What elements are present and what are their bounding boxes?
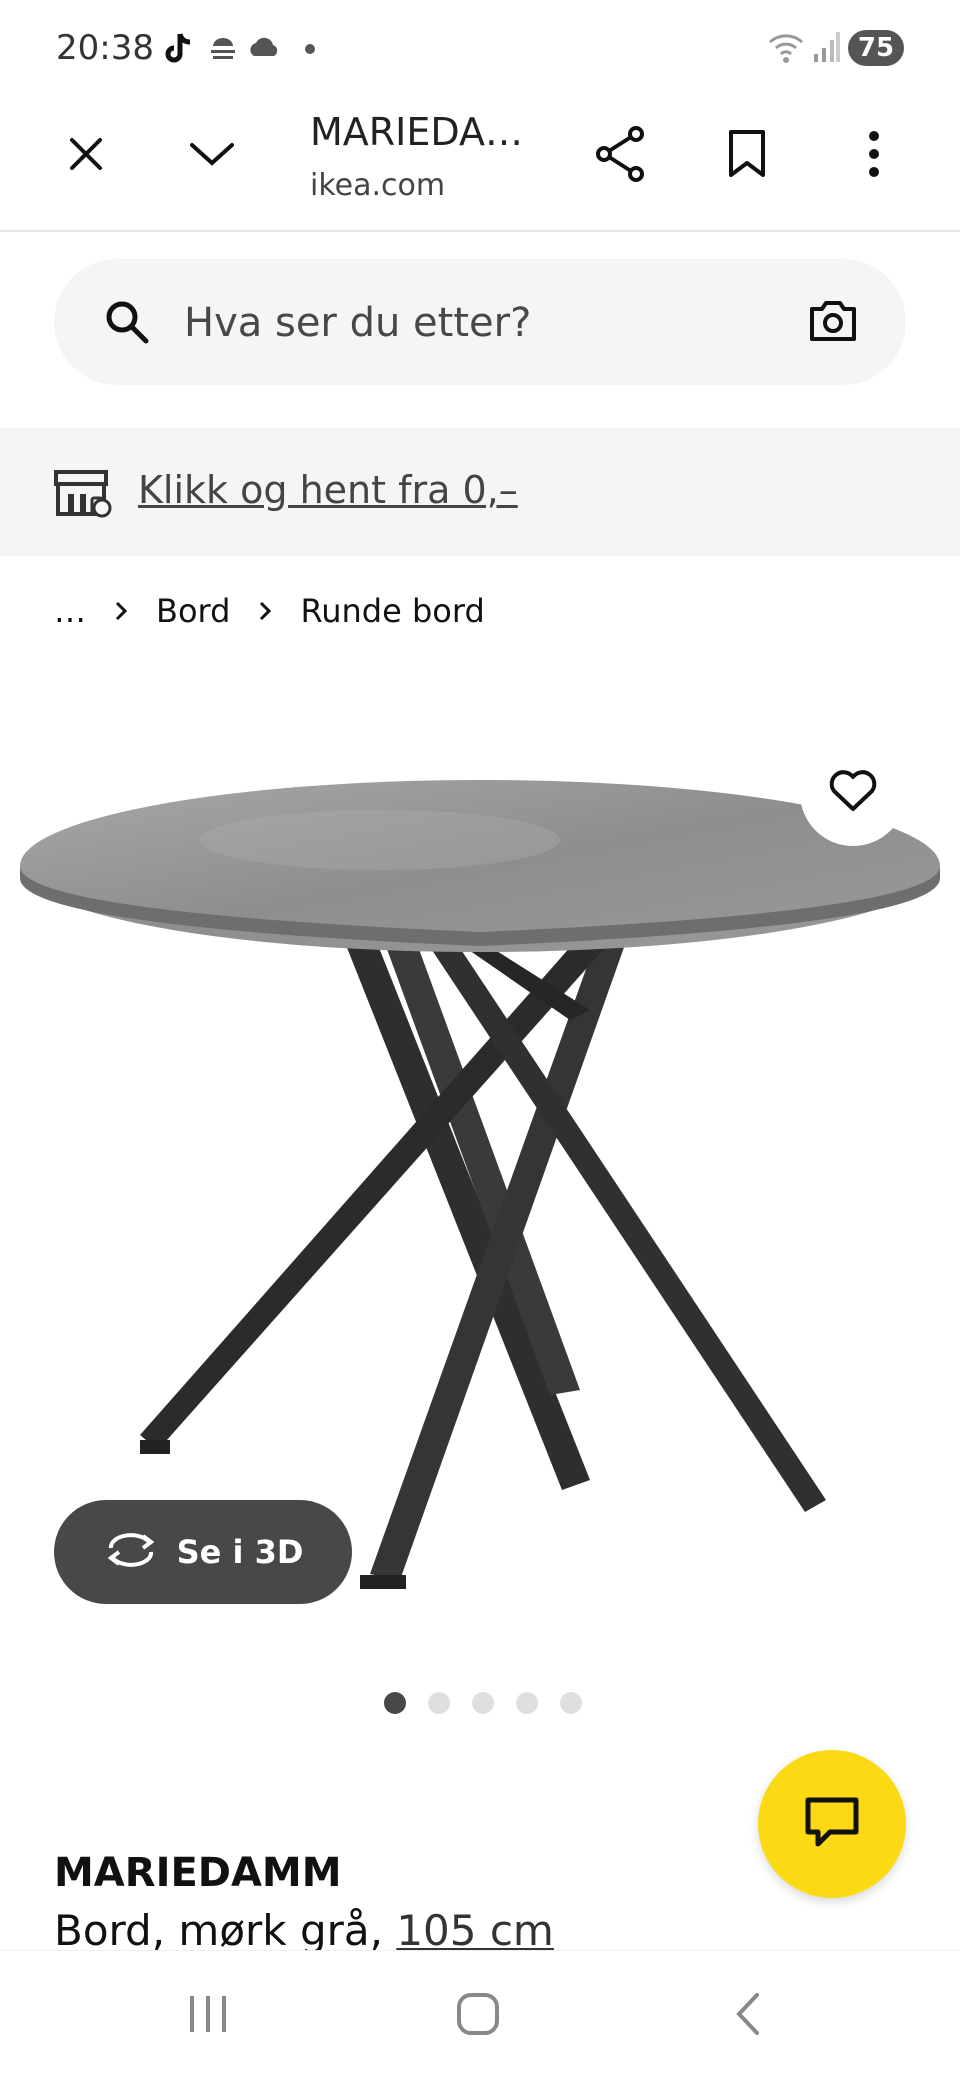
image-carousel-dots	[384, 1692, 582, 1714]
more-options-button[interactable]	[834, 116, 914, 196]
cloud-icon	[246, 32, 282, 65]
signal-icon	[812, 32, 840, 67]
product-desc-text: Bord, mørk grå,	[54, 1906, 397, 1955]
camera-search-icon[interactable]	[808, 299, 858, 348]
page-title[interactable]: MARIEDA…	[310, 110, 523, 154]
more-vert-icon	[868, 130, 880, 183]
wifi-icon	[766, 30, 806, 69]
rotate-3d-icon	[103, 1530, 159, 1575]
back-icon	[733, 1991, 763, 2042]
carousel-dot[interactable]	[428, 1692, 450, 1714]
click-collect-banner[interactable]: Klikk og hent fra 0,–	[0, 428, 960, 556]
back-button[interactable]	[698, 1981, 798, 2051]
home-button[interactable]	[428, 1981, 528, 2051]
chevron-right-icon	[258, 592, 272, 630]
banner-link[interactable]: Klikk og hent fra 0,–	[138, 468, 518, 512]
dot-icon	[304, 42, 316, 60]
search-input[interactable]	[182, 289, 746, 357]
chat-button[interactable]	[758, 1750, 906, 1898]
status-time: 20:38	[56, 28, 154, 68]
recent-apps-icon	[186, 1994, 230, 2039]
close-button[interactable]	[46, 116, 126, 196]
recent-apps-button[interactable]	[158, 1981, 258, 2051]
tiktok-icon	[164, 32, 194, 71]
view-3d-label: Se i 3D	[176, 1533, 304, 1571]
home-icon	[455, 1991, 501, 2042]
share-icon	[594, 125, 646, 187]
breadcrumb-item[interactable]: Bord	[156, 592, 230, 630]
carousel-dot[interactable]	[560, 1692, 582, 1714]
chevron-right-icon	[114, 592, 128, 630]
product-size-link[interactable]: 105 cm	[396, 1906, 554, 1955]
breadcrumb-item[interactable]: …	[54, 592, 86, 630]
breadcrumb-item[interactable]: Runde bord	[300, 592, 484, 630]
heart-icon	[828, 769, 878, 818]
carousel-dot[interactable]	[472, 1692, 494, 1714]
search-icon	[104, 299, 150, 350]
search-bar[interactable]	[54, 259, 906, 385]
favorite-button[interactable]	[800, 740, 906, 846]
carousel-dot[interactable]	[384, 1692, 406, 1714]
minimize-button[interactable]	[172, 116, 252, 196]
bookmark-icon	[727, 129, 767, 184]
system-nav-bar	[0, 1950, 960, 2081]
status-bar: 20:38 75	[0, 0, 960, 96]
share-button[interactable]	[580, 116, 660, 196]
battery-indicator: 75	[848, 30, 904, 66]
close-icon	[66, 134, 106, 179]
page-domain[interactable]: ikea.com	[310, 168, 445, 203]
browser-toolbar: MARIEDA… ikea.com	[0, 96, 960, 232]
store-icon	[54, 468, 116, 523]
breadcrumb: … Bord Runde bord	[54, 592, 485, 630]
product-name: MARIEDAMM	[54, 1850, 342, 1896]
product-description: Bord, mørk grå, 105 cm	[54, 1906, 554, 1955]
chat-icon	[804, 1796, 860, 1853]
weather-icon	[208, 32, 238, 67]
bookmark-button[interactable]	[707, 116, 787, 196]
carousel-dot[interactable]	[516, 1692, 538, 1714]
view-3d-button[interactable]: Se i 3D	[54, 1500, 352, 1604]
chevron-down-icon	[188, 139, 236, 174]
